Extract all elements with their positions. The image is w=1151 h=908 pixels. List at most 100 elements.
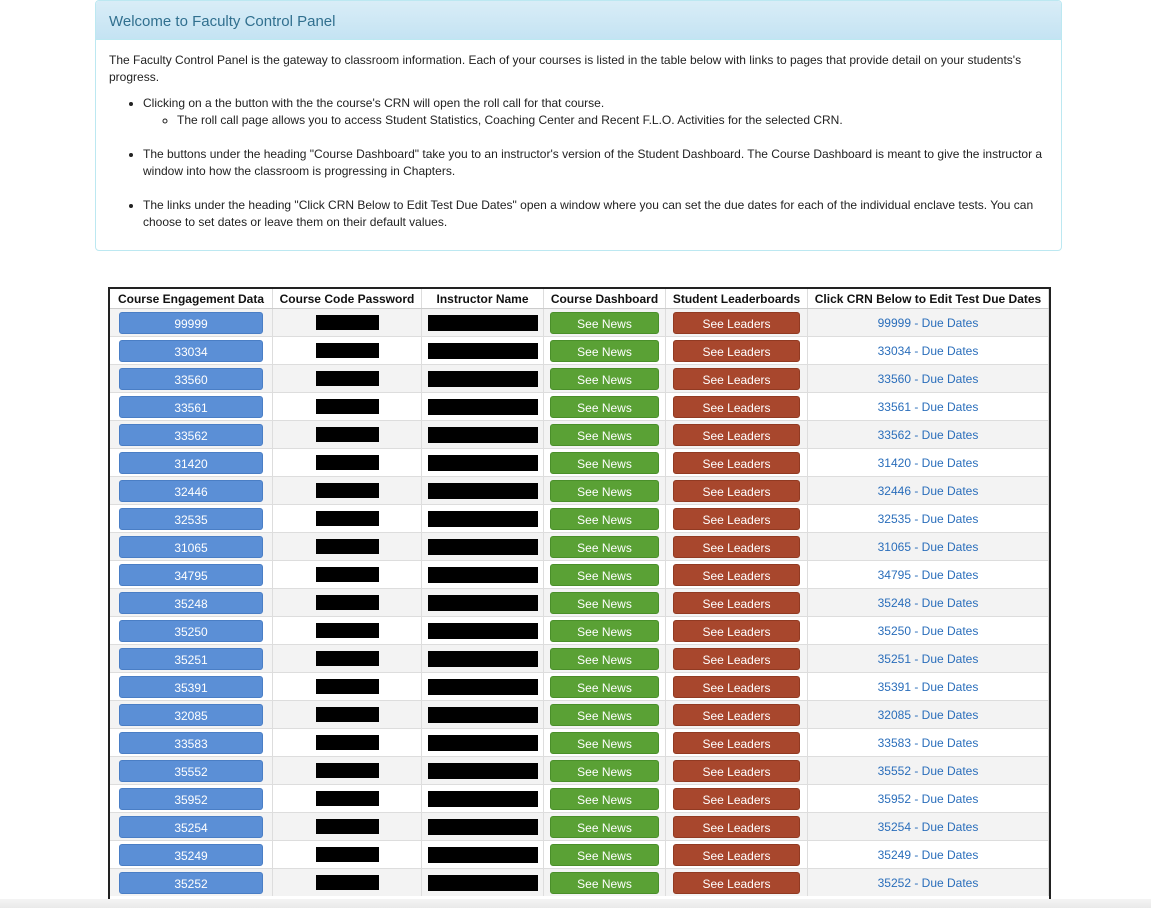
- due-dates-link[interactable]: 33561 - Due Dates: [878, 400, 979, 414]
- see-leaders-button[interactable]: See Leaders: [673, 507, 800, 530]
- see-leaders-button[interactable]: See Leaders: [673, 367, 800, 390]
- table-row: 99999 See News See Leaders 99999 - Due Date…: [110, 308, 1049, 337]
- header-instructor-name: Instructor Name: [421, 289, 544, 309]
- see-leaders-button[interactable]: See Leaders: [673, 563, 800, 586]
- see-leaders-button[interactable]: See Leaders: [673, 395, 800, 418]
- see-news-button[interactable]: See News: [550, 815, 659, 838]
- see-news-button[interactable]: See News: [550, 535, 659, 558]
- see-news-button[interactable]: See News: [550, 871, 659, 894]
- see-leaders-button[interactable]: See Leaders: [673, 479, 800, 502]
- cell-due-dates: 34795 - Due Dates: [807, 560, 1049, 589]
- see-leaders-button[interactable]: See Leaders: [673, 703, 800, 726]
- due-dates-link[interactable]: 35248 - Due Dates: [878, 596, 979, 610]
- crn-roll-call-button[interactable]: 35252: [119, 871, 263, 894]
- see-news-button[interactable]: See News: [550, 731, 659, 754]
- see-leaders-button[interactable]: See Leaders: [673, 339, 800, 362]
- see-news-button[interactable]: See News: [550, 311, 659, 334]
- see-leaders-button[interactable]: See Leaders: [673, 535, 800, 558]
- redacted-instructor-name: [427, 706, 538, 723]
- due-dates-link[interactable]: 34795 - Due Dates: [878, 568, 979, 582]
- see-news-button[interactable]: See News: [550, 507, 659, 530]
- cell-due-dates: 35391 - Due Dates: [807, 672, 1049, 701]
- crn-roll-call-button[interactable]: 35251: [119, 647, 263, 670]
- see-news-button[interactable]: See News: [550, 423, 659, 446]
- see-leaders-button[interactable]: See Leaders: [673, 731, 800, 754]
- see-leaders-button[interactable]: See Leaders: [673, 759, 800, 782]
- crn-roll-call-button[interactable]: 35254: [119, 815, 263, 838]
- cell-crn: 35249: [110, 840, 273, 869]
- due-dates-link[interactable]: 35552 - Due Dates: [878, 764, 979, 778]
- crn-roll-call-button[interactable]: 34795: [119, 563, 263, 586]
- due-dates-link[interactable]: 33560 - Due Dates: [878, 372, 979, 386]
- see-leaders-button[interactable]: See Leaders: [673, 591, 800, 614]
- see-news-button[interactable]: See News: [550, 703, 659, 726]
- see-news-button[interactable]: See News: [550, 675, 659, 698]
- see-news-button[interactable]: See News: [550, 339, 659, 362]
- crn-roll-call-button[interactable]: 32446: [119, 479, 263, 502]
- cell-instructor: [421, 364, 544, 393]
- see-news-button[interactable]: See News: [550, 395, 659, 418]
- see-leaders-button[interactable]: See Leaders: [673, 843, 800, 866]
- cell-dashboard: See News: [543, 588, 666, 617]
- cell-dashboard: See News: [543, 560, 666, 589]
- crn-roll-call-button[interactable]: 32085: [119, 703, 263, 726]
- crn-roll-call-button[interactable]: 33561: [119, 395, 263, 418]
- see-leaders-button[interactable]: See Leaders: [673, 871, 800, 894]
- see-leaders-button[interactable]: See Leaders: [673, 815, 800, 838]
- header-student-leaderboards: Student Leaderboards: [665, 289, 808, 309]
- crn-roll-call-button[interactable]: 31420: [119, 451, 263, 474]
- crn-roll-call-button[interactable]: 35250: [119, 619, 263, 642]
- crn-roll-call-button[interactable]: 33034: [119, 339, 263, 362]
- see-news-button[interactable]: See News: [550, 647, 659, 670]
- see-leaders-button[interactable]: See Leaders: [673, 675, 800, 698]
- crn-roll-call-button[interactable]: 99999: [119, 311, 263, 334]
- see-news-button[interactable]: See News: [550, 619, 659, 642]
- crn-roll-call-button[interactable]: 31065: [119, 535, 263, 558]
- crn-roll-call-button[interactable]: 33562: [119, 423, 263, 446]
- table-row: 32446 See News See Leaders 32446 - Due Date…: [110, 476, 1049, 505]
- crn-roll-call-button[interactable]: 33583: [119, 731, 263, 754]
- see-news-button[interactable]: See News: [550, 591, 659, 614]
- see-leaders-button[interactable]: See Leaders: [673, 423, 800, 446]
- due-dates-link[interactable]: 32535 - Due Dates: [878, 512, 979, 526]
- crn-roll-call-button[interactable]: 35391: [119, 675, 263, 698]
- due-dates-link[interactable]: 35251 - Due Dates: [878, 652, 979, 666]
- see-news-button[interactable]: See News: [550, 787, 659, 810]
- cell-instructor: [421, 868, 544, 896]
- due-dates-link[interactable]: 99999 - Due Dates: [878, 316, 979, 330]
- see-news-button[interactable]: See News: [550, 759, 659, 782]
- crn-roll-call-button[interactable]: 35249: [119, 843, 263, 866]
- due-dates-link[interactable]: 32446 - Due Dates: [878, 484, 979, 498]
- due-dates-link[interactable]: 35250 - Due Dates: [878, 624, 979, 638]
- see-leaders-button[interactable]: See Leaders: [673, 311, 800, 334]
- due-dates-link[interactable]: 33583 - Due Dates: [878, 736, 979, 750]
- crn-roll-call-button[interactable]: 32535: [119, 507, 263, 530]
- crn-roll-call-button[interactable]: 35952: [119, 787, 263, 810]
- due-dates-link[interactable]: 33562 - Due Dates: [878, 428, 979, 442]
- crn-roll-call-button[interactable]: 33560: [119, 367, 263, 390]
- due-dates-link[interactable]: 35952 - Due Dates: [878, 792, 979, 806]
- due-dates-link[interactable]: 35254 - Due Dates: [878, 820, 979, 834]
- see-leaders-button[interactable]: See Leaders: [673, 647, 800, 670]
- cell-password: [272, 448, 422, 477]
- see-leaders-button[interactable]: See Leaders: [673, 787, 800, 810]
- see-news-button[interactable]: See News: [550, 367, 659, 390]
- due-dates-link[interactable]: 31065 - Due Dates: [878, 540, 979, 554]
- see-leaders-button[interactable]: See Leaders: [673, 451, 800, 474]
- due-dates-link[interactable]: 35252 - Due Dates: [878, 876, 979, 890]
- due-dates-link[interactable]: 33034 - Due Dates: [878, 344, 979, 358]
- crn-roll-call-button[interactable]: 35552: [119, 759, 263, 782]
- due-dates-link[interactable]: 35249 - Due Dates: [878, 848, 979, 862]
- see-leaders-button[interactable]: See Leaders: [673, 619, 800, 642]
- crn-roll-call-button[interactable]: 35248: [119, 591, 263, 614]
- table-row: 34795 See News See Leaders 34795 - Due Date…: [110, 560, 1049, 589]
- instructions-sublist: The roll call page allows you to access …: [143, 112, 1049, 129]
- due-dates-link[interactable]: 31420 - Due Dates: [878, 456, 979, 470]
- see-news-button[interactable]: See News: [550, 843, 659, 866]
- see-news-button[interactable]: See News: [550, 563, 659, 586]
- cell-leaderboards: See Leaders: [665, 784, 808, 813]
- due-dates-link[interactable]: 35391 - Due Dates: [878, 680, 979, 694]
- see-news-button[interactable]: See News: [550, 451, 659, 474]
- see-news-button[interactable]: See News: [550, 479, 659, 502]
- due-dates-link[interactable]: 32085 - Due Dates: [878, 708, 979, 722]
